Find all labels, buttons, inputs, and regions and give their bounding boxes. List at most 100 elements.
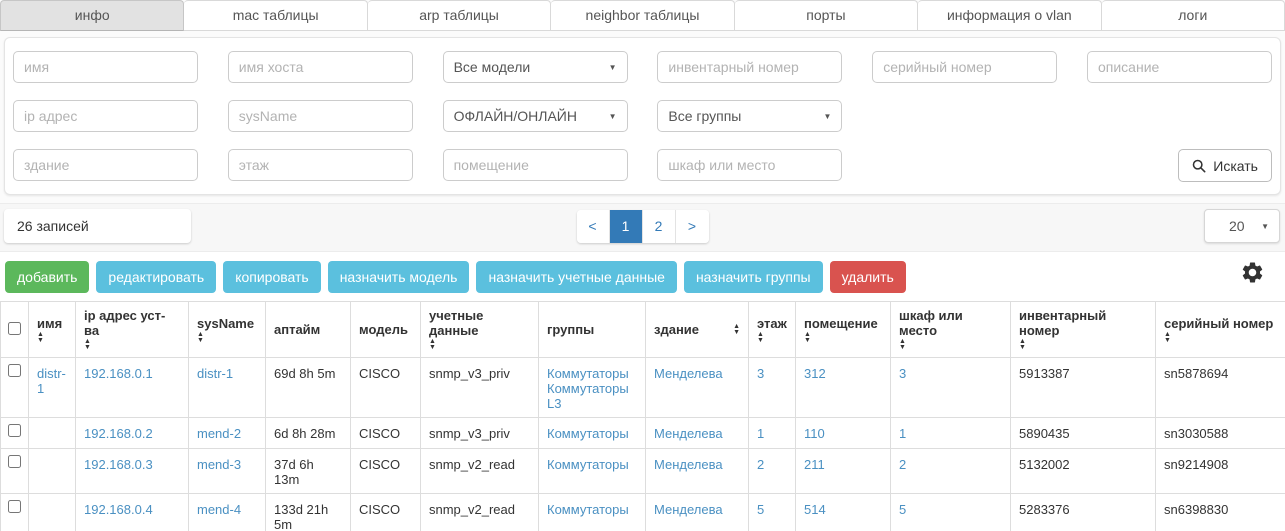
tab-info[interactable]: инфо: [0, 0, 184, 31]
sort-icon[interactable]: ▲▼: [899, 339, 906, 351]
room-link[interactable]: 312: [804, 366, 826, 381]
sort-icon[interactable]: ▲▼: [757, 332, 764, 344]
building-link[interactable]: Менделева: [654, 426, 723, 441]
row-checkbox[interactable]: [8, 455, 21, 468]
cell-room: 211: [796, 449, 891, 494]
sysName-link[interactable]: distr-1: [197, 366, 233, 381]
sort-icon[interactable]: ▲▼: [37, 332, 44, 344]
page-size-select[interactable]: 20 ▼: [1204, 209, 1280, 243]
sort-icon[interactable]: ▲▼: [1164, 332, 1171, 344]
cell-room: 312: [796, 358, 891, 418]
tab-5[interactable]: информация о vlan: [918, 0, 1101, 31]
column-header-building[interactable]: здание▲▼: [646, 302, 749, 358]
sort-icon[interactable]: ▲▼: [197, 332, 204, 344]
tab-1[interactable]: mac таблицы: [184, 0, 367, 31]
place-link[interactable]: 2: [899, 457, 906, 472]
column-header-ip[interactable]: ip адрес уст-ва▲▼: [76, 302, 189, 358]
row-checkbox[interactable]: [8, 364, 21, 377]
cell-room: 110: [796, 418, 891, 449]
room-link[interactable]: 211: [804, 457, 825, 472]
ip-link[interactable]: 192.168.0.1: [84, 366, 153, 381]
room-link[interactable]: 110: [804, 426, 825, 441]
cell-ip: 192.168.0.3: [76, 449, 189, 494]
cell-building: Менделева: [646, 494, 749, 531]
sort-icon[interactable]: ▲▼: [1019, 339, 1026, 351]
building-link[interactable]: Менделева: [654, 457, 723, 472]
column-header-credentials[interactable]: учетные данные▲▼: [421, 302, 539, 358]
pagination-page-2[interactable]: 2: [643, 210, 676, 243]
table-row: 192.168.0.2mend-26d 8h 28mCISCOsnmp_v3_p…: [1, 418, 1285, 449]
tab-3[interactable]: neighbor таблицы: [551, 0, 734, 31]
assign-credentials-button[interactable]: назначить учетные данные: [476, 261, 676, 293]
column-header-room[interactable]: помещение▲▼: [796, 302, 891, 358]
floor-link[interactable]: 5: [757, 502, 764, 517]
column-header-serial[interactable]: серийный номер▲▼: [1156, 302, 1285, 358]
delete-button[interactable]: удалить: [830, 261, 906, 293]
tab-6[interactable]: логи: [1102, 0, 1285, 31]
sysName-link[interactable]: mend-2: [197, 426, 241, 441]
place-link[interactable]: 5: [899, 502, 906, 517]
tab-2[interactable]: arp таблицы: [368, 0, 551, 31]
serial-number-field[interactable]: [872, 51, 1057, 83]
sort-icon[interactable]: ▲▼: [429, 339, 436, 351]
column-header-floor[interactable]: этаж▲▼: [749, 302, 796, 358]
floor-link[interactable]: 3: [757, 366, 764, 381]
sysName-link[interactable]: mend-3: [197, 457, 241, 472]
add-button[interactable]: добавить: [5, 261, 89, 293]
floor-field[interactable]: [228, 149, 413, 181]
row-checkbox[interactable]: [8, 500, 21, 513]
settings-button[interactable]: [1240, 260, 1265, 285]
cell-model: CISCO: [351, 358, 421, 418]
name-field[interactable]: [13, 51, 198, 83]
room-link[interactable]: 514: [804, 502, 826, 517]
column-header-place[interactable]: шкаф или место▲▼: [891, 302, 1011, 358]
assign-groups-button[interactable]: назначить группы: [684, 261, 823, 293]
select-all-checkbox[interactable]: [8, 322, 21, 335]
room-field[interactable]: [443, 149, 628, 181]
ip-address-field[interactable]: [13, 100, 198, 132]
sysname-field[interactable]: [228, 100, 413, 132]
group-link[interactable]: Коммутаторы: [547, 426, 637, 441]
tab-4[interactable]: порты: [735, 0, 918, 31]
cabinet-field[interactable]: [657, 149, 842, 181]
place-link[interactable]: 1: [899, 426, 906, 441]
group-link[interactable]: Коммутаторы: [547, 502, 637, 517]
floor-link[interactable]: 2: [757, 457, 764, 472]
group-link[interactable]: Коммутаторы L3: [547, 381, 637, 411]
pagination-next[interactable]: >: [676, 210, 709, 243]
place-link[interactable]: 3: [899, 366, 906, 381]
chevron-down-icon: ▼: [609, 112, 617, 121]
column-header-sysName[interactable]: sysName▲▼: [189, 302, 266, 358]
model-select[interactable]: Все модели▼: [443, 51, 628, 83]
inventory-number-field[interactable]: [657, 51, 842, 83]
description-field[interactable]: [1087, 51, 1272, 83]
cell-sysName: distr-1: [189, 358, 266, 418]
sysName-link[interactable]: mend-4: [197, 502, 241, 517]
sort-icon[interactable]: ▲▼: [733, 324, 740, 336]
sort-icon[interactable]: ▲▼: [84, 339, 91, 351]
hostname-field[interactable]: [228, 51, 413, 83]
copy-button[interactable]: копировать: [223, 261, 321, 293]
column-header-inventory[interactable]: инвентарный номер▲▼: [1011, 302, 1156, 358]
name-link[interactable]: distr-1: [37, 366, 66, 396]
ip-link[interactable]: 192.168.0.4: [84, 502, 153, 517]
column-header-name[interactable]: имя▲▼: [29, 302, 76, 358]
groups-select[interactable]: Все группы▼: [657, 100, 842, 132]
ip-link[interactable]: 192.168.0.3: [84, 457, 153, 472]
pagination-page-1[interactable]: 1: [610, 210, 643, 243]
building-link[interactable]: Менделева: [654, 366, 723, 381]
pagination-prev[interactable]: <: [577, 210, 610, 243]
row-checkbox[interactable]: [8, 424, 21, 437]
building-link[interactable]: Менделева: [654, 502, 723, 517]
group-link[interactable]: Коммутаторы: [547, 457, 637, 472]
column-header-inner: шкаф или место▲▼: [899, 308, 1002, 351]
group-link[interactable]: Коммутаторы: [547, 366, 637, 381]
floor-link[interactable]: 1: [757, 426, 764, 441]
assign-model-button[interactable]: назначить модель: [328, 261, 470, 293]
edit-button[interactable]: редактировать: [96, 261, 216, 293]
ip-link[interactable]: 192.168.0.2: [84, 426, 153, 441]
building-field[interactable]: [13, 149, 198, 181]
sort-icon[interactable]: ▲▼: [804, 332, 811, 344]
search-button[interactable]: Искать: [1178, 149, 1272, 182]
status-select[interactable]: ОФЛАЙН/ОНЛАЙН▼: [443, 100, 628, 132]
